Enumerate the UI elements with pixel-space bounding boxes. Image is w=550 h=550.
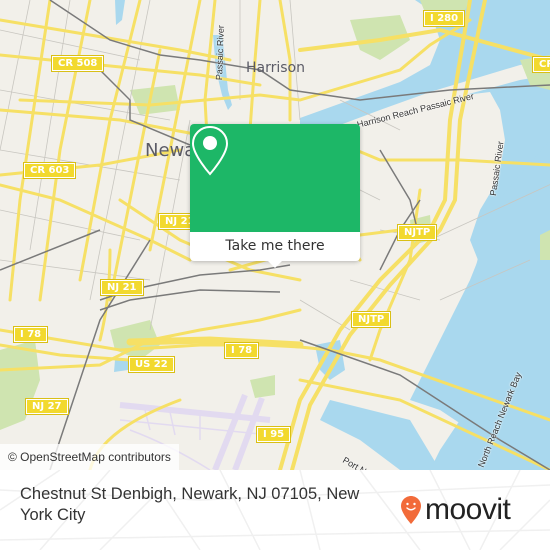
brand-name: moovit bbox=[425, 493, 511, 526]
road-shield-cr603: CR 603 bbox=[22, 162, 77, 179]
map-attribution[interactable]: © OpenStreetMap contributors bbox=[0, 444, 179, 470]
road-shield-nj21: NJ 21 bbox=[100, 279, 144, 296]
moovit-pin-icon bbox=[401, 496, 421, 524]
location-popup: Take me there bbox=[190, 124, 360, 268]
footer: Chestnut St Denbigh, Newark, NJ 07105, N… bbox=[0, 470, 550, 550]
popup-header bbox=[190, 124, 360, 232]
moovit-logo[interactable]: moovit bbox=[400, 492, 511, 528]
road-shield-njtp-top: NJTP bbox=[396, 224, 438, 241]
place-label-harrison: Harrison bbox=[246, 60, 305, 76]
road-shield-us22: US 22 bbox=[128, 356, 175, 373]
address-text: Chestnut St Denbigh, Newark, NJ 07105, N… bbox=[20, 485, 360, 524]
road-shield-i280: I 280 bbox=[422, 10, 466, 27]
map-view[interactable]: Newark Harrison CR 508 CR 603 I 280 CR N… bbox=[0, 0, 550, 470]
water-label-passaic-north: Passaic River bbox=[214, 25, 226, 81]
road-shield-cr: CR bbox=[531, 56, 550, 73]
road-shield-nj27: NJ 27 bbox=[25, 398, 69, 415]
road-shield-njtp-bottom: NJTP bbox=[350, 311, 392, 328]
road-shield-i95: I 95 bbox=[255, 426, 292, 443]
location-pin-icon bbox=[191, 125, 229, 176]
road-shield-i78-mid: I 78 bbox=[223, 342, 260, 359]
road-shield-cr508: CR 508 bbox=[50, 55, 105, 72]
take-me-there-button[interactable]: Take me there bbox=[190, 232, 360, 261]
popup-pointer bbox=[268, 261, 282, 268]
road-shield-i78-left: I 78 bbox=[12, 326, 49, 343]
